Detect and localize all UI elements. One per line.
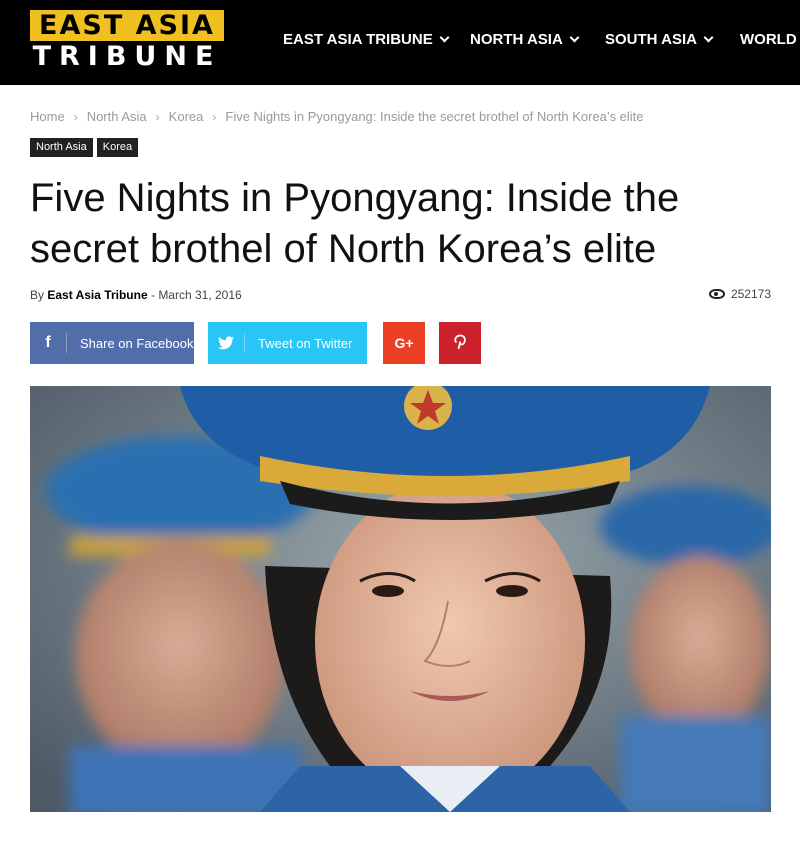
hero-photo-illustration [30, 386, 771, 812]
pinterest-icon [454, 334, 466, 353]
twitter-icon [208, 336, 244, 350]
nav-label: EAST ASIA TRIBUNE [283, 31, 433, 48]
breadcrumb-north-asia[interactable]: North Asia [87, 109, 147, 124]
breadcrumb-current: Five Nights in Pyongyang: Inside the sec… [225, 109, 644, 124]
category-tags: North Asia Korea [30, 138, 139, 157]
share-twitter-label: Tweet on Twitter [258, 335, 353, 351]
facebook-icon: f [45, 334, 51, 351]
byline-prefix: By [30, 288, 45, 302]
publish-date: March 31, 2016 [158, 288, 242, 302]
logo-bottom-text: TRIBUNE [32, 41, 222, 72]
nav-label: SOUTH ASIA [605, 31, 697, 48]
eye-icon [708, 289, 725, 299]
breadcrumb-separator-icon: › [155, 109, 160, 124]
nav-world[interactable]: WORLD [740, 31, 800, 48]
logo-top-text: EAST ASIA [30, 10, 224, 41]
tag-korea[interactable]: Korea [96, 138, 139, 157]
nav-north-asia[interactable]: NORTH ASIA [470, 31, 580, 48]
view-count: 252173 [708, 287, 771, 301]
breadcrumb-home[interactable]: Home [30, 109, 65, 124]
article-hero-image [30, 386, 771, 812]
share-facebook-label: Share on Facebook [80, 335, 194, 351]
share-pinterest-button[interactable] [439, 322, 481, 364]
article-meta: By East Asia Tribune - March 31, 2016 [30, 288, 242, 302]
breadcrumb: Home › North Asia › Korea › Five Nights … [30, 109, 644, 124]
author-link[interactable]: East Asia Tribune [47, 288, 147, 302]
date-separator: - [150, 288, 155, 302]
breadcrumb-separator-icon: › [212, 109, 217, 124]
nav-label: NORTH ASIA [470, 31, 563, 48]
share-facebook-button[interactable]: f Share on Facebook [30, 322, 194, 364]
chevron-down-icon [703, 32, 714, 43]
nav-label: WORLD [740, 31, 797, 48]
site-header: EAST ASIA TRIBUNE EAST ASIA TRIBUNE NORT… [0, 0, 800, 85]
article-title: Five Nights in Pyongyang: Inside the sec… [30, 176, 680, 271]
tag-north-asia[interactable]: North Asia [30, 138, 93, 157]
divider [66, 333, 67, 353]
view-count-value: 252173 [730, 287, 771, 301]
chevron-down-icon [439, 32, 450, 43]
googleplus-icon: G+ [394, 335, 414, 351]
nav-east-asia-tribune[interactable]: EAST ASIA TRIBUNE [283, 31, 450, 48]
share-twitter-button[interactable]: Tweet on Twitter [208, 322, 367, 364]
share-googleplus-button[interactable]: G+ [383, 322, 425, 364]
breadcrumb-separator-icon: › [73, 109, 78, 124]
site-logo[interactable]: EAST ASIA TRIBUNE [30, 10, 224, 73]
divider [244, 333, 245, 353]
chevron-down-icon [569, 32, 580, 43]
nav-south-asia[interactable]: SOUTH ASIA [605, 31, 714, 48]
breadcrumb-korea[interactable]: Korea [169, 109, 204, 124]
